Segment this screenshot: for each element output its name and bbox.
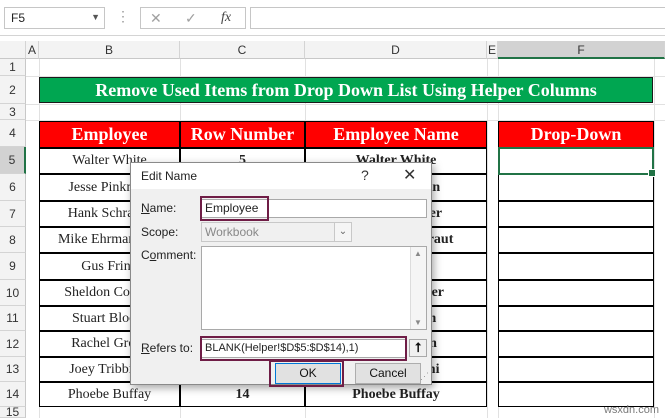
row-header-6[interactable]: 6 xyxy=(0,174,26,201)
column-header-c[interactable]: C xyxy=(180,41,305,59)
column-header-d[interactable]: D xyxy=(305,41,487,59)
row-header-2[interactable]: 2 xyxy=(0,76,26,104)
row-header-15[interactable]: 15 xyxy=(0,406,26,418)
refers-to-highlight xyxy=(200,336,407,361)
row-header-8[interactable]: 8 xyxy=(0,227,26,253)
cell-drop-down[interactable] xyxy=(498,280,654,306)
header-drop-down: Drop-Down xyxy=(498,121,654,148)
cell-employee[interactable]: Phoebe Buffay xyxy=(39,382,180,407)
column-header-b[interactable]: B xyxy=(39,41,180,59)
row-header-10[interactable]: 10 xyxy=(0,280,26,306)
select-all-corner[interactable] xyxy=(0,41,26,59)
scope-label: Scope: xyxy=(141,225,179,239)
cell-drop-down[interactable] xyxy=(498,357,654,382)
name-label: Name: xyxy=(141,201,177,215)
close-icon[interactable]: ✕ xyxy=(403,165,416,185)
chevron-down-icon: ⌄ xyxy=(334,223,351,241)
resize-grip-icon[interactable]: ⋰ xyxy=(420,371,429,382)
scope-select[interactable]: Workbook ⌄ xyxy=(201,222,352,242)
row-header-1[interactable]: 1 xyxy=(0,59,26,76)
column-header-a[interactable]: A xyxy=(26,41,39,59)
name-box-value: F5 xyxy=(11,11,26,25)
name-highlight xyxy=(200,196,269,221)
collapse-dialog-icon[interactable]: ⭡ xyxy=(409,339,427,357)
watermark: wsxdn.com xyxy=(603,404,659,416)
cell-drop-down[interactable] xyxy=(498,201,654,227)
row-header-12[interactable]: 12 xyxy=(0,331,26,357)
row-header-7[interactable]: 7 xyxy=(0,201,26,227)
cell-drop-down[interactable] xyxy=(498,331,654,357)
column-header-e[interactable]: E xyxy=(487,41,498,59)
check-icon[interactable]: ✓ xyxy=(185,10,197,27)
fx-icon[interactable]: fx xyxy=(221,10,231,26)
active-cell-f5[interactable] xyxy=(498,147,656,177)
cell-drop-down[interactable] xyxy=(498,306,654,331)
cancel-icon[interactable]: ✕ xyxy=(150,10,162,27)
formula-buttons: ✕ ✓ fx xyxy=(140,7,246,29)
ok-highlight xyxy=(269,360,344,387)
dialog-titlebar: Edit Name ? ✕ xyxy=(131,163,431,189)
title-banner: Remove Used Items from Drop Down List Us… xyxy=(39,77,653,103)
dialog-title: Edit Name xyxy=(141,169,198,183)
formula-bar: F5 ▼ ⋮ ✕ ✓ fx xyxy=(0,0,665,36)
more-options-icon: ⋮ xyxy=(116,8,130,24)
column-header-f[interactable]: F xyxy=(498,41,665,59)
refers-to-label: Refers to: xyxy=(141,341,194,355)
row-header-4[interactable]: 4 xyxy=(0,120,26,147)
scroll-down-icon: ▼ xyxy=(414,318,422,327)
edit-name-dialog: Edit Name ? ✕ Name: Employee Scope: Work… xyxy=(130,162,432,387)
row-header-3[interactable]: 3 xyxy=(0,104,26,120)
header-employee-name: Employee Name xyxy=(305,121,487,148)
help-icon[interactable]: ? xyxy=(361,167,369,183)
row-header-5[interactable]: 5 xyxy=(0,147,26,174)
chevron-down-icon[interactable]: ▼ xyxy=(91,12,100,22)
cell-drop-down[interactable] xyxy=(498,174,654,201)
formula-input[interactable] xyxy=(250,7,665,29)
row-header-9[interactable]: 9 xyxy=(0,253,26,280)
row-header-11[interactable]: 11 xyxy=(0,306,26,331)
scroll-up-icon: ▲ xyxy=(414,249,422,258)
comment-label: Comment: xyxy=(141,248,197,262)
name-box[interactable]: F5 ▼ xyxy=(4,7,105,29)
row-header-14[interactable]: 14 xyxy=(0,382,26,407)
cancel-button[interactable]: Cancel xyxy=(355,363,421,384)
header-row-number: Row Number xyxy=(180,121,305,148)
comment-scrollbar[interactable]: ▲ ▼ xyxy=(410,247,426,329)
comment-textarea[interactable]: ▲ ▼ xyxy=(201,246,427,330)
header-employee: Employee xyxy=(39,121,180,148)
cell-drop-down[interactable] xyxy=(498,253,654,280)
cell-drop-down[interactable] xyxy=(498,227,654,253)
row-header-13[interactable]: 13 xyxy=(0,357,26,382)
